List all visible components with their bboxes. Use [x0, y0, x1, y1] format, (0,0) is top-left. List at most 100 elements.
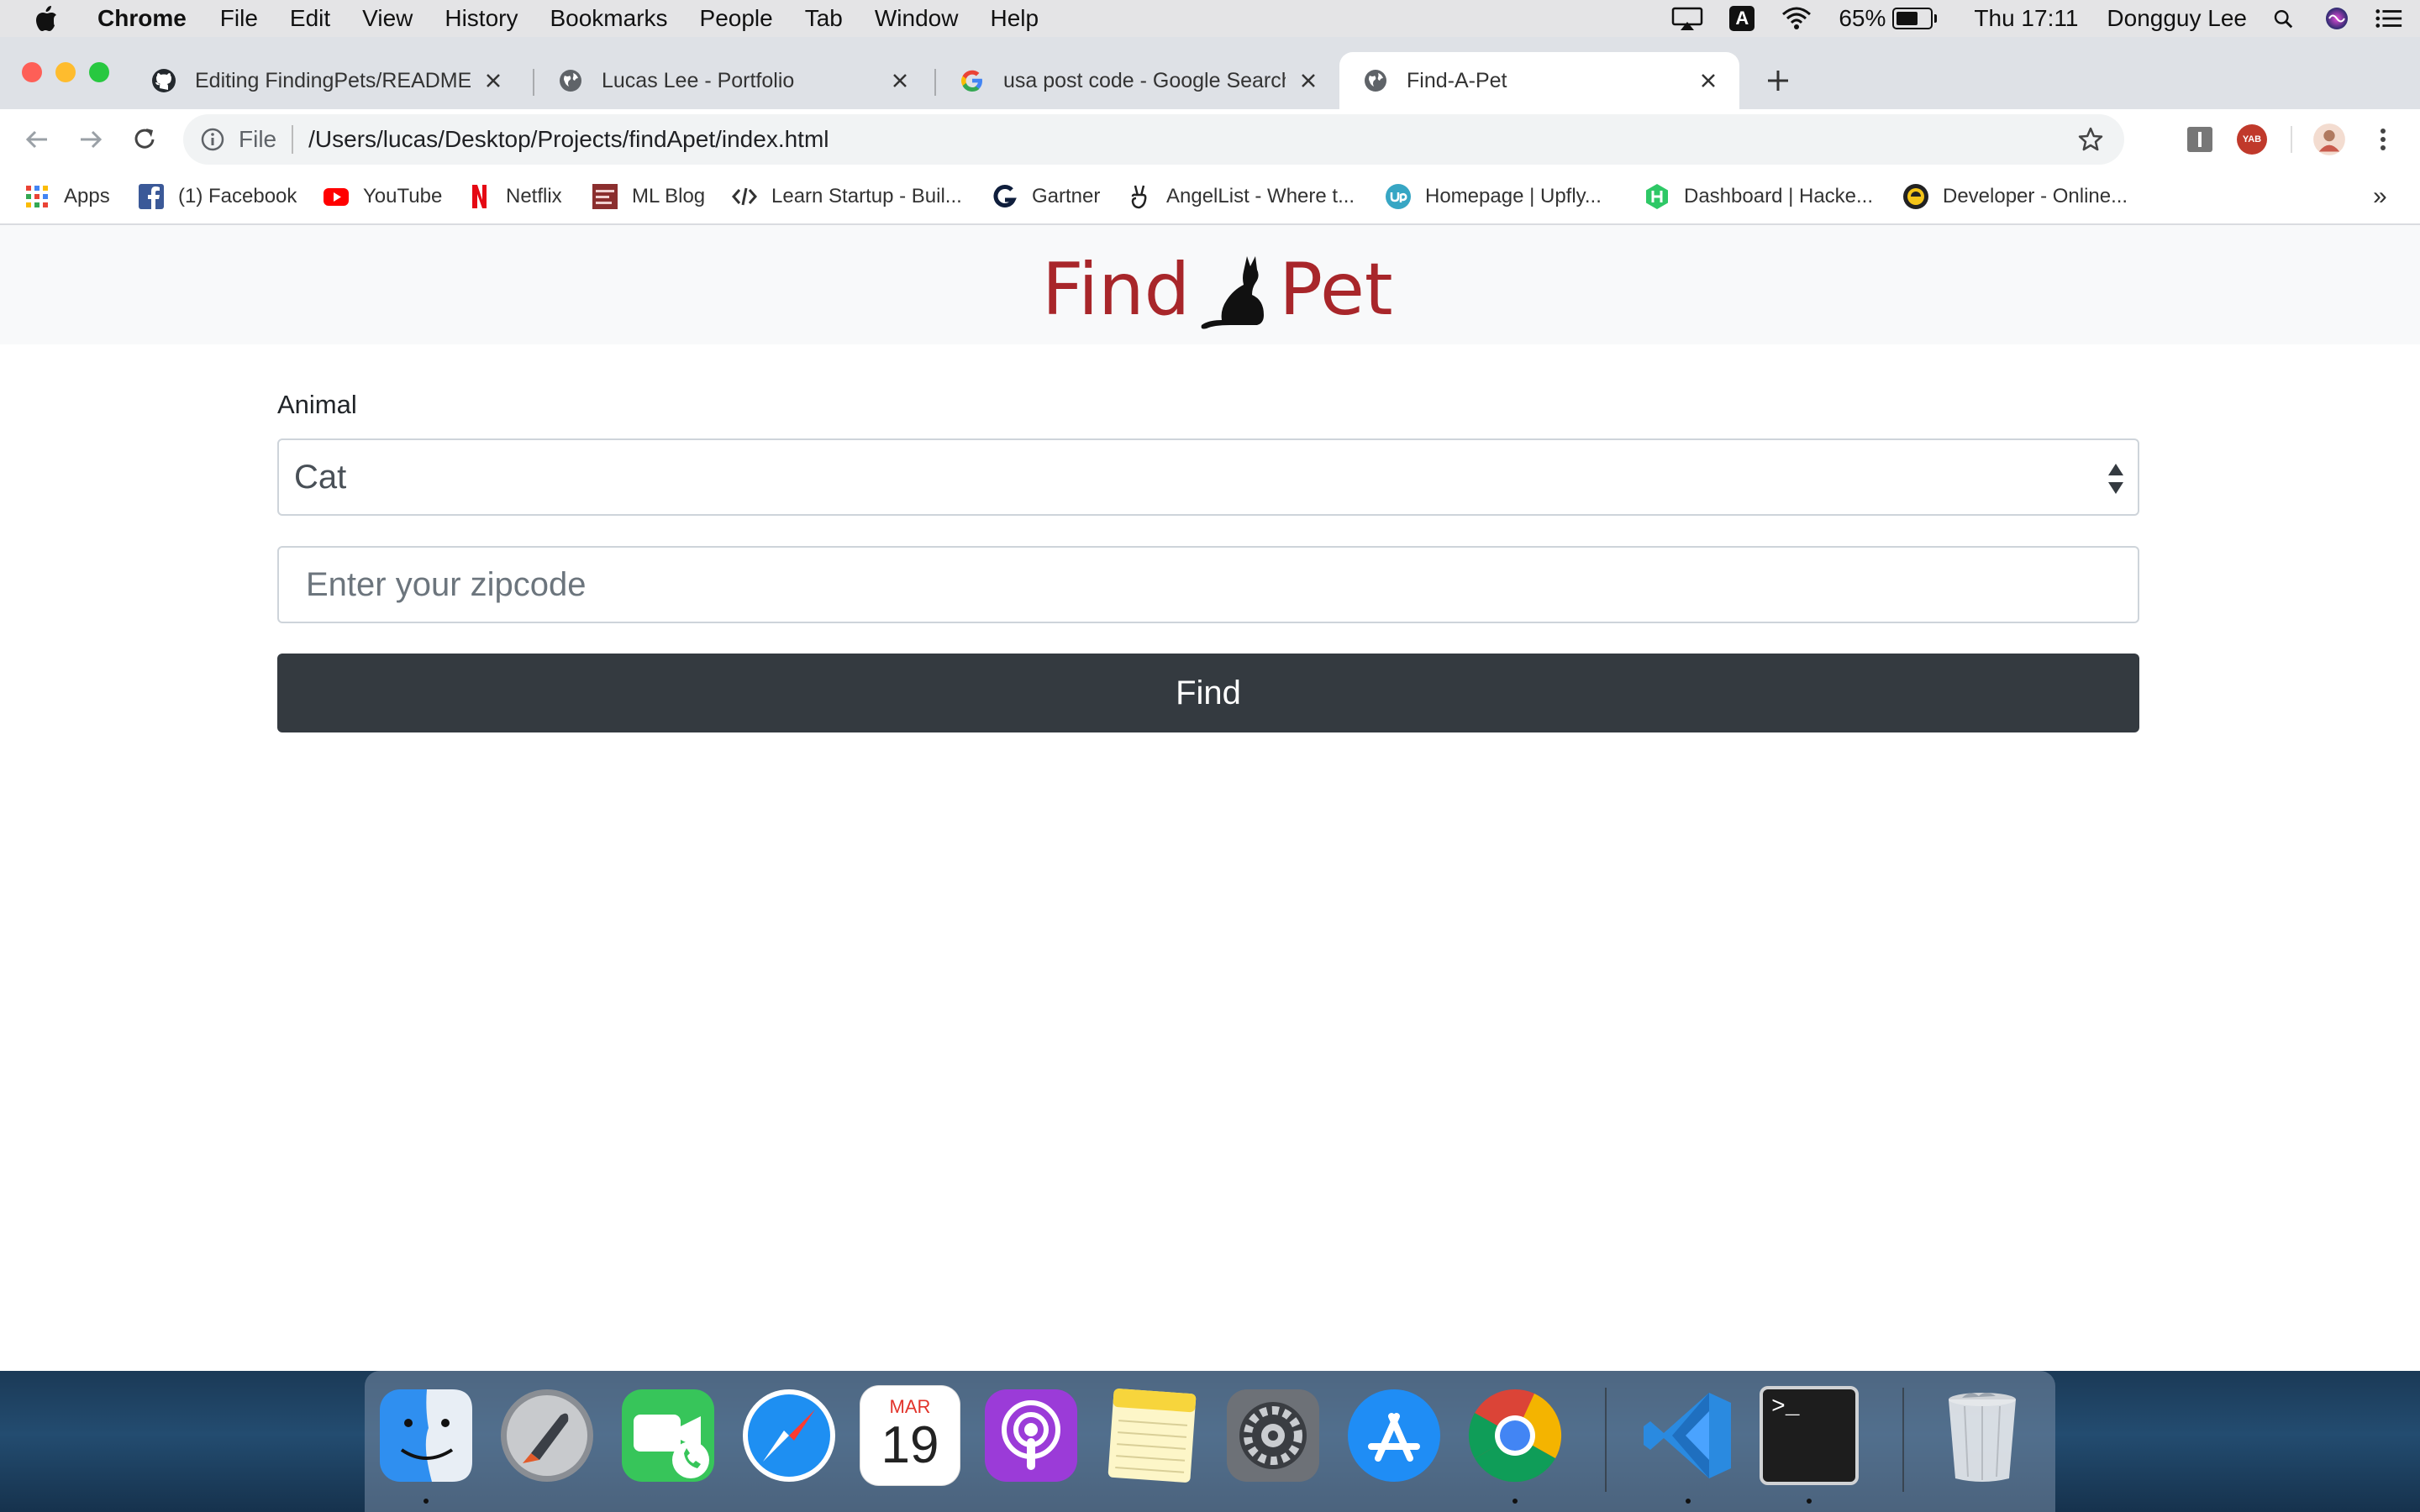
dock-running-indicator [1807, 1499, 1812, 1504]
bookmark-hackerrank[interactable]: Dashboard | Hacke... [1644, 181, 1873, 212]
battery-level [1897, 12, 1918, 25]
app-store-icon[interactable] [1344, 1386, 1444, 1485]
spotlight-search-icon[interactable] [2272, 6, 2299, 31]
tab-google-search[interactable]: usa post code - Google Search [936, 52, 1339, 109]
url-text[interactable]: /Users/lucas/Desktop/Projects/findApet/i… [308, 126, 829, 153]
bookmark-youtube[interactable]: YouTube [323, 181, 442, 212]
animal-select[interactable]: Cat [277, 438, 2139, 516]
menu-history[interactable]: History [445, 5, 518, 32]
info-icon[interactable] [200, 127, 225, 152]
menu-help[interactable]: Help [990, 5, 1039, 32]
apple-icon[interactable] [34, 4, 59, 33]
finder-icon[interactable] [376, 1386, 476, 1485]
zipcode-input[interactable] [277, 546, 2139, 623]
vscode-icon[interactable] [1639, 1386, 1738, 1485]
system-preferences-icon[interactable] [1223, 1386, 1323, 1485]
url-divider [292, 125, 294, 154]
findpet-logo[interactable]: Find Pet [1042, 244, 1393, 336]
safari-icon[interactable] [739, 1386, 839, 1485]
siri-icon[interactable] [2324, 6, 2349, 31]
url-scheme-label: File [239, 126, 277, 152]
chrome-icon[interactable] [1465, 1386, 1565, 1485]
tab-close-icon[interactable] [479, 66, 508, 95]
terminal-icon[interactable]: >_ [1760, 1386, 1859, 1485]
bookmarks-overflow-chevron[interactable]: » [2373, 181, 2387, 212]
menu-bar-tray: A 65% Thu 17:11 Dongguy Lee [1645, 0, 2403, 37]
menu-view[interactable]: View [362, 5, 413, 32]
bookmark-star-icon[interactable] [2077, 126, 2104, 153]
tab-strip: Editing FindingPets/README.md Lucas Lee … [0, 37, 2420, 109]
battery-status[interactable]: 65% [1839, 5, 1938, 32]
calendar-icon[interactable]: MAR 19 [860, 1386, 960, 1485]
bookmark-developer[interactable]: Developer - Online... [1902, 181, 2128, 212]
menu-bookmarks[interactable]: Bookmarks [550, 5, 667, 32]
animal-select-value: Cat [294, 458, 347, 496]
gartner-icon [993, 185, 1017, 207]
bookmark-label: ML Blog [632, 185, 706, 207]
user-name[interactable]: Dongguy Lee [2107, 5, 2247, 32]
input-source-icon[interactable]: A [1729, 6, 1755, 31]
menu-edit[interactable]: Edit [290, 5, 330, 32]
wifi-icon[interactable] [1780, 6, 1813, 31]
menu-file[interactable]: File [220, 5, 258, 32]
tab-close-icon[interactable] [1694, 66, 1723, 95]
reload-icon[interactable] [129, 124, 160, 155]
tab-title: Lucas Lee - Portfolio [602, 68, 795, 92]
apps-grid-icon [26, 186, 48, 207]
bookmark-learn-startup[interactable]: Learn Startup - Buil... [731, 181, 962, 212]
dock-running-indicator [1512, 1499, 1518, 1504]
github-icon [152, 69, 176, 92]
menu-people[interactable]: People [700, 5, 773, 32]
bookmark-gartner[interactable]: Gartner [992, 181, 1100, 212]
back-arrow-icon[interactable] [22, 124, 52, 155]
window-close-button[interactable] [22, 62, 42, 82]
bookmark-facebook[interactable]: (1) Facebook [138, 181, 297, 212]
bookmark-upfly[interactable]: Homepage | Upfly... [1385, 181, 1602, 212]
trash-icon[interactable] [1933, 1386, 2032, 1485]
bookmark-ml-blog[interactable]: ML Blog [592, 181, 705, 212]
tab-editing-readme[interactable]: Editing FindingPets/README.md [128, 52, 524, 109]
airplay-icon[interactable] [1670, 6, 1704, 31]
tab-lucas-lee-portfolio[interactable]: Lucas Lee - Portfolio [534, 52, 931, 109]
notification-center-icon[interactable] [2375, 6, 2403, 31]
facetime-icon[interactable] [618, 1386, 718, 1485]
clock[interactable]: Thu 17:11 [1974, 5, 2078, 32]
new-tab-plus-icon[interactable] [1760, 62, 1797, 99]
toolbar-divider [2291, 126, 2292, 153]
window-minimize-button[interactable] [55, 62, 76, 82]
address-bar[interactable]: File /Users/lucas/Desktop/Projects/findA… [183, 114, 2124, 165]
angellist-icon [1131, 185, 1147, 209]
dock-separator [1605, 1388, 1607, 1492]
tab-title: Editing FindingPets/README.md [195, 68, 471, 92]
hackerrank-icon [1646, 184, 1668, 209]
tab-close-icon[interactable] [1294, 66, 1323, 95]
bookmark-label: Apps [64, 185, 110, 207]
launchpad-icon[interactable] [497, 1386, 597, 1485]
menu-tab[interactable]: Tab [805, 5, 843, 32]
bookmark-apps[interactable]: Apps [24, 181, 110, 212]
podcasts-icon[interactable] [981, 1386, 1081, 1485]
bookmark-angellist[interactable]: AngelList - Where t... [1126, 181, 1355, 212]
profile-avatar[interactable] [2312, 123, 2346, 156]
menu-bar: Chrome File Edit View History Bookmarks … [0, 0, 2420, 37]
menu-window[interactable]: Window [875, 5, 959, 32]
extension-yab-icon[interactable]: YAB [2237, 124, 2267, 155]
dock-running-indicator [1686, 1499, 1691, 1504]
extension-instapaper-icon[interactable] [2185, 124, 2215, 155]
bookmark-netflix[interactable]: Netflix [466, 181, 562, 212]
globe-icon [1365, 70, 1386, 92]
menu-chrome[interactable]: Chrome [97, 5, 187, 32]
chrome-menu-icon[interactable] [2368, 124, 2398, 155]
window-zoom-button[interactable] [89, 62, 109, 82]
tab-close-icon[interactable] [886, 66, 914, 95]
developer-icon [1903, 184, 1928, 209]
calendar-day: 19 [881, 1416, 939, 1474]
bookmark-label: Learn Startup - Buil... [771, 185, 962, 207]
forward-arrow-icon[interactable] [76, 124, 106, 155]
find-button[interactable]: Find [277, 654, 2139, 732]
browser-toolbar: File /Users/lucas/Desktop/Projects/findA… [0, 109, 2420, 170]
dock: MAR 19 >_ [365, 1371, 2055, 1512]
notes-icon[interactable] [1102, 1386, 1202, 1485]
bookmark-label: Dashboard | Hacke... [1684, 185, 1874, 207]
tab-find-a-pet[interactable]: Find-A-Pet [1339, 52, 1739, 109]
